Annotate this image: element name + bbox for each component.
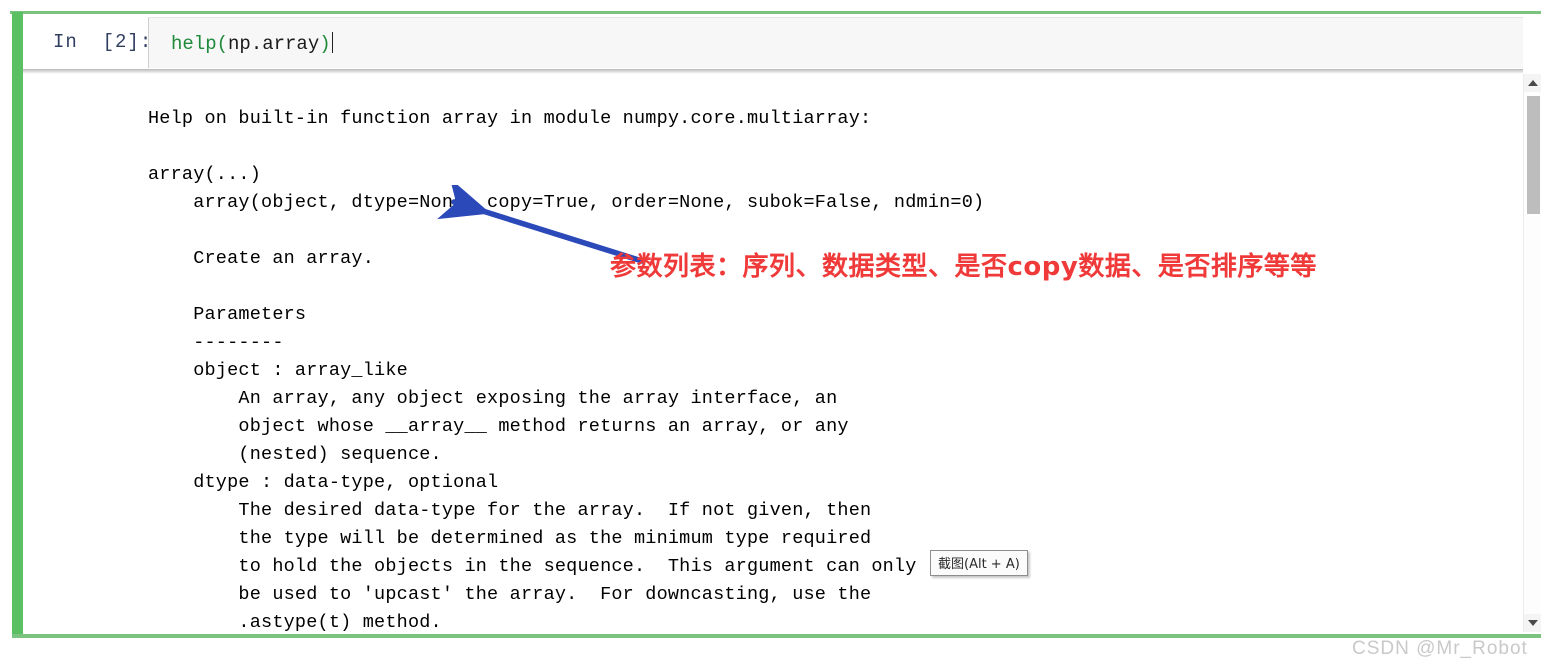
scroll-down-arrow-icon[interactable] xyxy=(1524,614,1541,632)
cell-prompt-label: In [2]: xyxy=(53,31,153,53)
scrollbar-thumb[interactable] xyxy=(1527,96,1540,214)
code-token-argument: np.array xyxy=(228,33,320,55)
code-token-close-paren: ) xyxy=(319,33,331,55)
code-token-function: help xyxy=(171,33,217,55)
notebook-bottom-rule xyxy=(12,634,1541,638)
selected-cell-indicator-bar xyxy=(12,12,23,637)
csdn-watermark: CSDN @Mr_Robot xyxy=(1352,638,1528,659)
text-caret xyxy=(331,32,333,53)
code-token-open-paren: ( xyxy=(216,33,229,55)
notebook-top-rule xyxy=(10,11,1541,14)
screenshot-tool-tooltip[interactable]: 截图(Alt + A) xyxy=(930,550,1028,576)
output-scrollbar[interactable] xyxy=(1523,74,1541,632)
code-line[interactable]: help(np.array) xyxy=(171,32,333,55)
code-cell[interactable]: In [2]: help(np.array) xyxy=(23,15,1523,69)
annotation-note-text: 参数列表：序列、数据类型、是否copy数据、是否排序等等 xyxy=(610,252,1317,282)
code-editor[interactable]: help(np.array) xyxy=(148,17,1523,68)
scroll-up-arrow-icon[interactable] xyxy=(1524,74,1541,92)
cell-output-area: Help on built-in function array in modul… xyxy=(23,74,1523,632)
help-output-text: Help on built-in function array in modul… xyxy=(148,107,985,633)
